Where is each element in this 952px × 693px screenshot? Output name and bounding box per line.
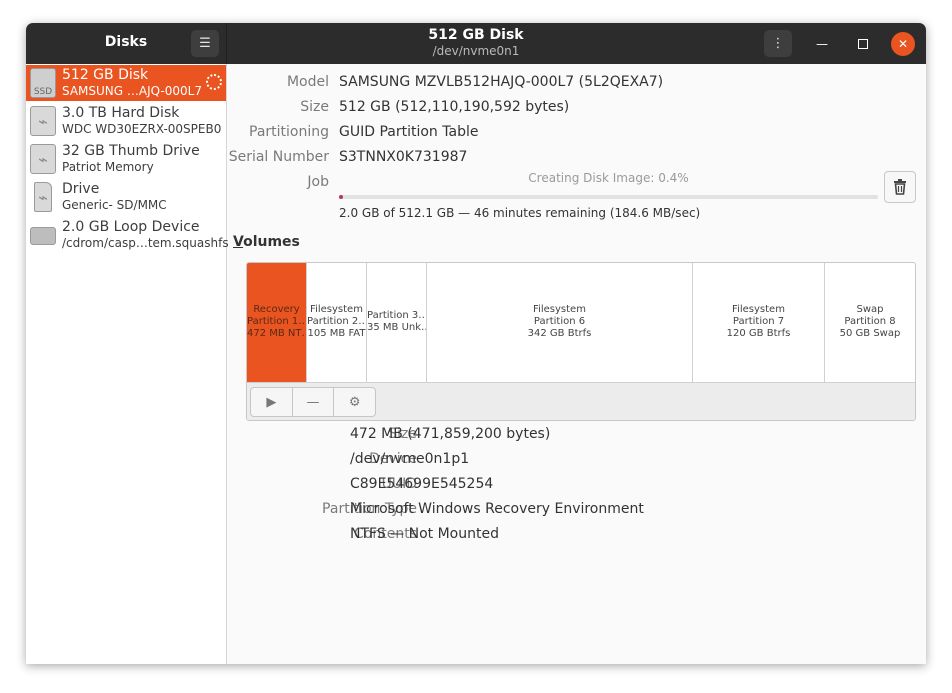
cancel-job-button[interactable]	[884, 171, 916, 203]
sd-card-icon: ⌁	[34, 182, 52, 212]
drive-name: 32 GB Thumb Drive	[62, 143, 200, 159]
drive-name: 512 GB Disk	[62, 67, 149, 83]
delete-partition-button[interactable]: —	[293, 388, 335, 416]
header-title-block: 512 GB Disk /dev/nvme0n1	[226, 27, 726, 58]
drive-item-thumb-drive[interactable]: ⌁ 32 GB Thumb Drive Patriot Memory	[26, 141, 226, 177]
drive-item-loop-device[interactable]: 2.0 GB Loop Device /cdrom/casp…tem.squas…	[26, 217, 229, 253]
hamburger-menu-button[interactable]: ☰	[191, 30, 219, 57]
close-button[interactable]: ✕	[891, 32, 915, 56]
titlebar: Disks ☰ 512 GB Disk /dev/nvme0n1 ⋮ — ✕	[26, 23, 926, 64]
device-value: /dev/nvme0n1p1	[350, 451, 470, 467]
partition-options-button[interactable]: ⚙	[334, 388, 375, 416]
uuid-value: C89E54699E545254	[350, 476, 494, 492]
partition-info: 342 GB Btrfs	[527, 328, 592, 339]
play-icon: ▶	[266, 394, 277, 410]
partition-block[interactable]: Recovery Partition 1… 472 MB NT…	[247, 263, 307, 382]
partitioning-label: Partitioning	[249, 124, 329, 140]
partition-name: Partition 7	[732, 316, 785, 327]
drive-model: Patriot Memory	[62, 160, 154, 174]
partition-info: 50 GB Swap	[839, 328, 901, 339]
disks-window: Disks ☰ 512 GB Disk /dev/nvme0n1 ⋮ — ✕ S…	[26, 23, 926, 664]
drive-name: 3.0 TB Hard Disk	[62, 105, 180, 121]
partition-info: 120 GB Btrfs	[726, 328, 791, 339]
serial-number-label: Serial Number	[228, 149, 329, 165]
minimize-icon: —	[816, 37, 828, 51]
size-label: Size	[300, 99, 329, 115]
drive-options-button[interactable]: ⋮	[764, 30, 792, 57]
volume-toolbar: ▶ — ⚙	[247, 382, 915, 420]
ssd-icon: SSD	[30, 68, 56, 98]
drive-model: SAMSUNG …AJQ-000L7	[62, 84, 202, 98]
volumes-heading-accel: V	[233, 234, 244, 250]
drive-name: 2.0 GB Loop Device	[62, 219, 200, 235]
job-progress-fill	[339, 195, 344, 199]
close-icon: ✕	[897, 37, 909, 51]
job-label: Job	[307, 174, 329, 190]
drive-item-hard-disk[interactable]: ⌁ 3.0 TB Hard Disk WDC WD30EZRX-00SPEB0	[26, 103, 226, 139]
partition-block[interactable]: Filesystem Partition 2… 105 MB FAT	[307, 263, 367, 382]
drive-item-sd-drive[interactable]: ⌁ Drive Generic- SD/MMC	[26, 179, 226, 215]
job-detail: 2.0 GB of 512.1 GB — 46 minutes remainin…	[339, 206, 701, 220]
model-label: Model	[286, 74, 329, 90]
volumes-heading: Volumes	[233, 234, 300, 250]
maximize-icon	[858, 39, 868, 49]
partition-name: Partition 6	[533, 316, 586, 327]
job-status: Creating Disk Image: 0.4%	[528, 171, 689, 185]
job-progress-bar	[339, 195, 878, 199]
partition-type: Swap	[856, 304, 884, 315]
partition-info: 35 MB Unk…	[367, 322, 427, 333]
volumes-map: Recovery Partition 1… 472 MB NT… Filesys…	[246, 262, 916, 421]
partition-name: Partition 1…	[247, 316, 307, 327]
minimize-button[interactable]: —	[810, 32, 834, 56]
partition-name: Partition 2…	[307, 316, 367, 327]
partition-type-value: Microsoft Windows Recovery Environment	[350, 501, 644, 517]
partition-type: Filesystem	[310, 304, 363, 315]
partition-name: Partition 3…	[367, 310, 427, 321]
menu-icon: ☰	[199, 36, 211, 51]
partition-info: 472 MB NT…	[247, 328, 307, 339]
size-value: 512 GB (512,110,190,592 bytes)	[339, 99, 570, 115]
header-title: 512 GB Disk	[428, 27, 524, 43]
volume-action-group: ▶ — ⚙	[250, 387, 376, 417]
mount-button[interactable]: ▶	[251, 388, 293, 416]
partition-type: Filesystem	[533, 304, 586, 315]
more-vertical-icon: ⋮	[771, 36, 785, 51]
partitioning-value: GUID Partition Table	[339, 124, 479, 140]
header-subtitle: /dev/nvme0n1	[432, 44, 520, 58]
busy-spinner-icon	[206, 74, 222, 90]
partition-block[interactable]: Swap Partition 8 50 GB Swap	[825, 263, 915, 382]
volumes-heading-rest: olumes	[243, 234, 300, 250]
partition-block[interactable]: Filesystem Partition 7 120 GB Btrfs	[693, 263, 825, 382]
drive-model: /cdrom/casp…tem.squashfs	[62, 236, 229, 250]
trash-icon	[894, 179, 906, 195]
drive-model: Generic- SD/MMC	[62, 198, 167, 212]
drive-model: WDC WD30EZRX-00SPEB0	[62, 122, 222, 136]
usb-drive-icon: ⌁	[30, 106, 56, 136]
usb-drive-icon: ⌁	[30, 144, 56, 174]
minus-icon: —	[306, 394, 320, 410]
drive-name: Drive	[62, 181, 100, 197]
partition-name: Partition 8	[844, 316, 896, 327]
disk-details-panel: Model SAMSUNG MZVLB512HAJQ-000L7 (5L2QEX…	[227, 64, 926, 664]
maximize-button[interactable]	[851, 32, 875, 56]
drive-item-512gb-disk[interactable]: SSD 512 GB Disk SAMSUNG …AJQ-000L7	[26, 65, 226, 101]
partition-info: 105 MB FAT	[307, 328, 366, 339]
loop-device-icon	[30, 227, 56, 245]
serial-number-value: S3TNNX0K731987	[339, 149, 468, 165]
contents-value: NTFS — Not Mounted	[350, 526, 499, 542]
model-value: SAMSUNG MZVLB512HAJQ-000L7 (5L2QEXA7)	[339, 74, 664, 90]
sidebar-header: Disks ☰	[26, 23, 227, 64]
gear-icon: ⚙	[348, 394, 361, 410]
partition-block[interactable]: Filesystem Partition 6 342 GB Btrfs	[427, 263, 693, 382]
partition-type: Recovery	[253, 304, 300, 315]
partition-block[interactable]: Partition 3… 35 MB Unk…	[367, 263, 427, 382]
drive-list: SSD 512 GB Disk SAMSUNG …AJQ-000L7 ⌁ 3.0…	[26, 64, 229, 664]
partition-size-value: 472 MB (471,859,200 bytes)	[350, 426, 551, 442]
partition-type: Filesystem	[732, 304, 785, 315]
